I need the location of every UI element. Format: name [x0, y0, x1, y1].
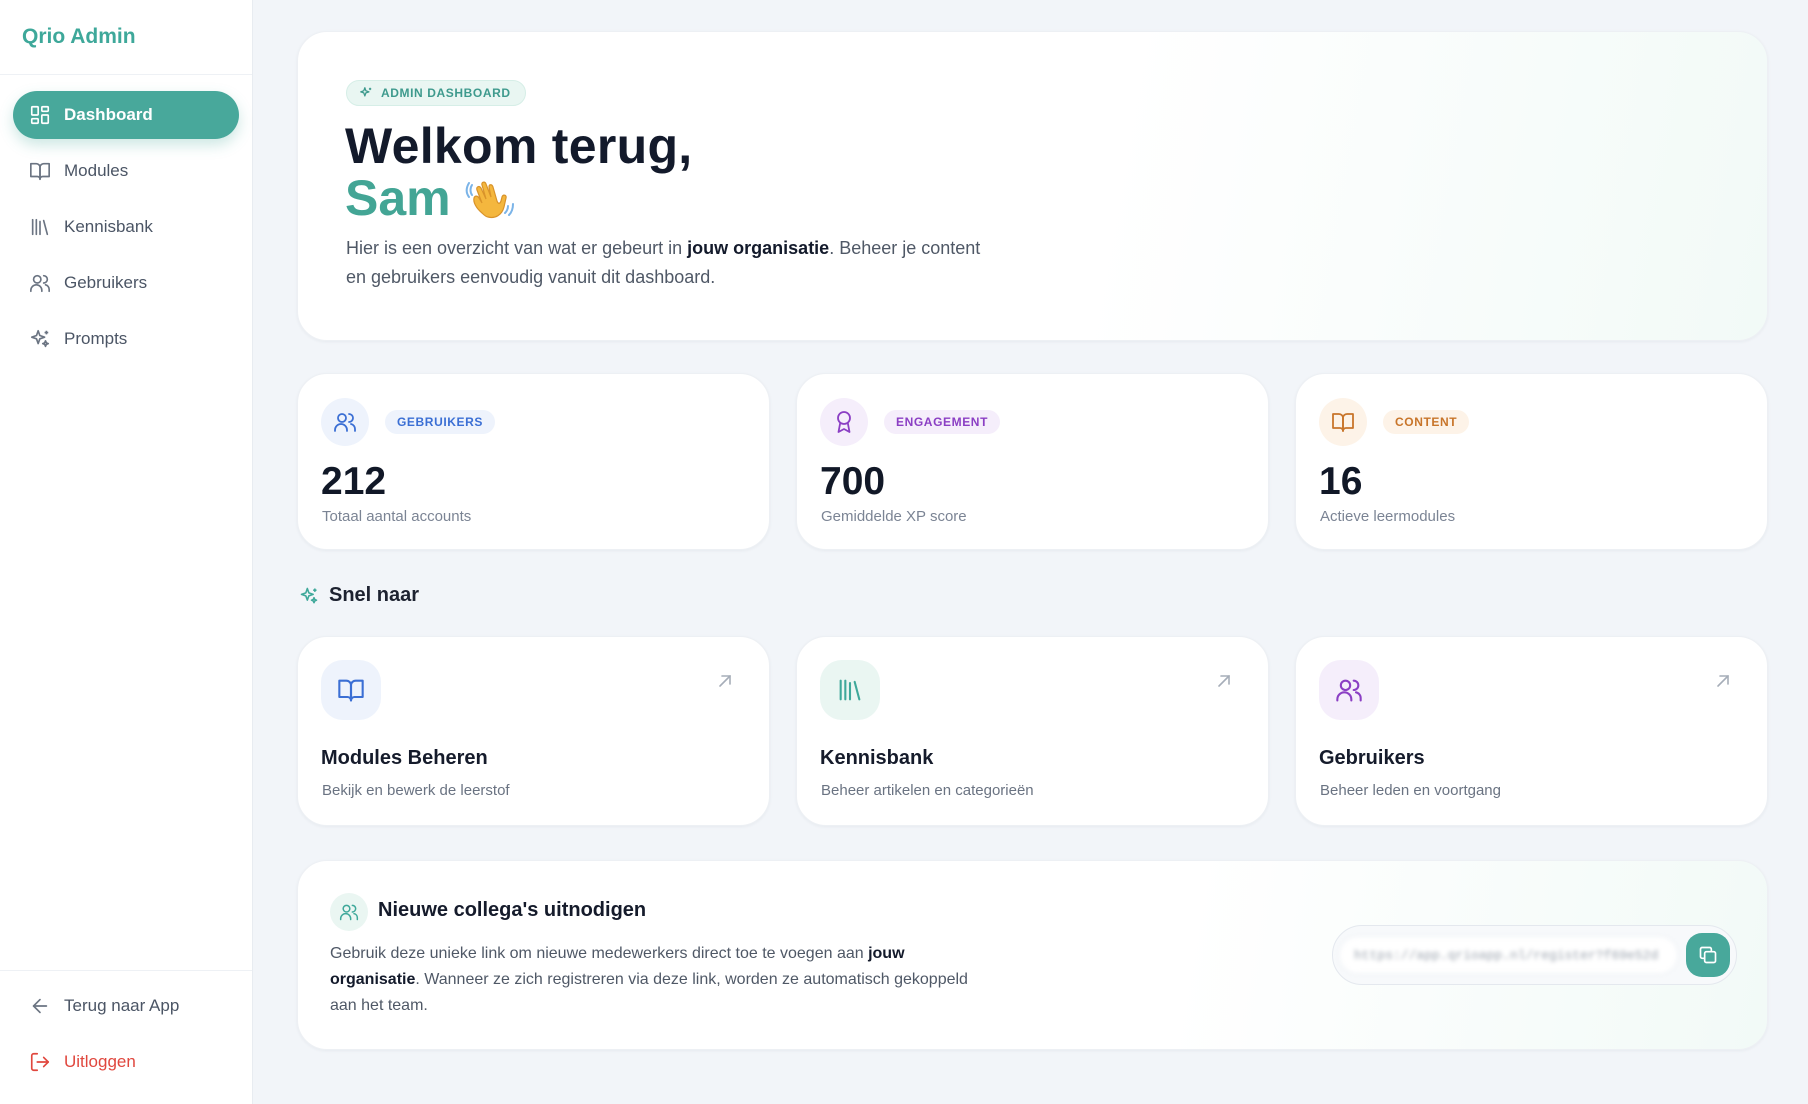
- stat-label: Gemiddelde XP score: [821, 508, 967, 525]
- quick-link-title: Kennisbank: [820, 747, 934, 769]
- quick-link-modules[interactable]: Modules Beheren Bekijk en bewerk de leer…: [297, 636, 770, 826]
- users-icon: [29, 272, 51, 294]
- welcome-card: ADMIN DASHBOARD Welkom terug, Sam Hier i…: [297, 31, 1768, 341]
- quick-link-gebruikers[interactable]: Gebruikers Beheer leden en voortgang: [1295, 636, 1768, 826]
- users-icon: [1319, 660, 1379, 720]
- quick-links-title: Snel naar: [329, 584, 420, 606]
- user-name: Sam: [345, 170, 451, 226]
- stat-card-users: GEBRUIKERS 212 Totaal aantal accounts: [297, 373, 770, 550]
- stat-tag: GEBRUIKERS: [385, 410, 496, 434]
- invite-text-start: Gebruik deze unieke link om nieuwe medew…: [330, 945, 869, 962]
- welcome-text: Hier is een overzicht van wat er gebeurt…: [346, 234, 986, 292]
- award-icon: [820, 398, 868, 446]
- stat-label: Totaal aantal accounts: [322, 508, 472, 525]
- badge-label: ADMIN DASHBOARD: [381, 86, 511, 100]
- book-open-icon: [29, 160, 51, 182]
- stat-label: Actieve leermodules: [1320, 508, 1456, 525]
- arrow-left-icon: [29, 995, 51, 1017]
- admin-dashboard-badge: ADMIN DASHBOARD: [346, 80, 526, 106]
- invite-title: Nieuwe collega's uitnodigen: [378, 899, 647, 921]
- sidebar-item-label: Modules: [64, 161, 129, 180]
- invite-description: Gebruik deze unieke link om nieuwe medew…: [330, 941, 970, 1019]
- copy-icon: [1699, 946, 1717, 964]
- dashboard-icon: [29, 104, 51, 126]
- page-title: Welkom terug,: [345, 118, 693, 174]
- back-to-app-link[interactable]: Terug naar App: [13, 982, 239, 1030]
- book-open-icon: [1319, 398, 1367, 446]
- quick-link-description: Bekijk en bewerk de leerstof: [322, 782, 510, 799]
- sparkles-icon: [359, 86, 373, 100]
- library-icon: [820, 660, 880, 720]
- welcome-text-start: Hier is een overzicht van wat er gebeurt…: [346, 238, 688, 258]
- invite-card: Nieuwe collega's uitnodigen Gebruik deze…: [297, 860, 1768, 1050]
- stat-value: 700: [820, 460, 886, 503]
- stat-card-content: CONTENT 16 Actieve leermodules: [1295, 373, 1768, 550]
- stat-value: 16: [1319, 460, 1363, 503]
- invite-link-field: https://app.qrioapp.nl/register?f69e52d: [1332, 925, 1737, 985]
- logout-button[interactable]: Uitloggen: [13, 1038, 239, 1086]
- waving-hand-icon: [465, 173, 515, 223]
- sidebar-nav: Dashboard Modules Kennisbank Gebruikers …: [0, 75, 252, 363]
- sidebar: Qrio Admin Dashboard Modules Kennisbank …: [0, 0, 253, 1104]
- quick-link-title: Gebruikers: [1319, 747, 1425, 769]
- sidebar-item-prompts[interactable]: Prompts: [13, 315, 239, 363]
- logout-label: Uitloggen: [64, 1052, 136, 1071]
- arrow-up-right-icon: [717, 673, 733, 689]
- arrow-up-right-icon: [1216, 673, 1232, 689]
- users-icon: [321, 398, 369, 446]
- sparkles-icon: [29, 328, 51, 350]
- quick-link-description: Beheer leden en voortgang: [1320, 782, 1501, 799]
- sidebar-item-label: Prompts: [64, 329, 128, 348]
- sidebar-item-label: Kennisbank: [64, 217, 153, 236]
- stat-tag: ENGAGEMENT: [884, 410, 1001, 434]
- sidebar-item-label: Gebruikers: [64, 273, 148, 292]
- invite-link-input[interactable]: https://app.qrioapp.nl/register?f69e52d: [1339, 936, 1678, 974]
- sidebar-item-kennisbank[interactable]: Kennisbank: [13, 203, 239, 251]
- stat-value: 212: [321, 460, 387, 503]
- quick-link-title: Modules Beheren: [321, 747, 488, 769]
- logout-icon: [29, 1051, 51, 1073]
- library-icon: [29, 216, 51, 238]
- sidebar-item-gebruikers[interactable]: Gebruikers: [13, 259, 239, 307]
- arrow-up-right-icon: [1715, 673, 1731, 689]
- organization-highlight: jouw organisatie: [687, 238, 830, 258]
- brand-logo[interactable]: Qrio Admin: [0, 0, 252, 75]
- user-name-heading: Sam: [345, 172, 515, 224]
- stat-tag: CONTENT: [1383, 410, 1470, 434]
- sparkles-icon: [299, 586, 319, 606]
- quick-links-heading: Snel naar: [299, 584, 419, 607]
- users-icon: [330, 893, 368, 931]
- sidebar-item-label: Dashboard: [64, 105, 153, 124]
- quick-link-kennisbank[interactable]: Kennisbank Beheer artikelen en categorie…: [796, 636, 1269, 826]
- sidebar-footer: Terug naar App Uitloggen: [0, 970, 252, 1104]
- sidebar-item-modules[interactable]: Modules: [13, 147, 239, 195]
- copy-link-button[interactable]: [1686, 933, 1730, 977]
- back-to-app-label: Terug naar App: [64, 996, 180, 1015]
- quick-link-description: Beheer artikelen en categorieën: [821, 782, 1034, 799]
- book-open-icon: [321, 660, 381, 720]
- invite-text-end: . Wanneer ze zich registreren via deze l…: [330, 971, 968, 1014]
- stat-card-engagement: ENGAGEMENT 700 Gemiddelde XP score: [796, 373, 1269, 550]
- sidebar-item-dashboard[interactable]: Dashboard: [13, 91, 239, 139]
